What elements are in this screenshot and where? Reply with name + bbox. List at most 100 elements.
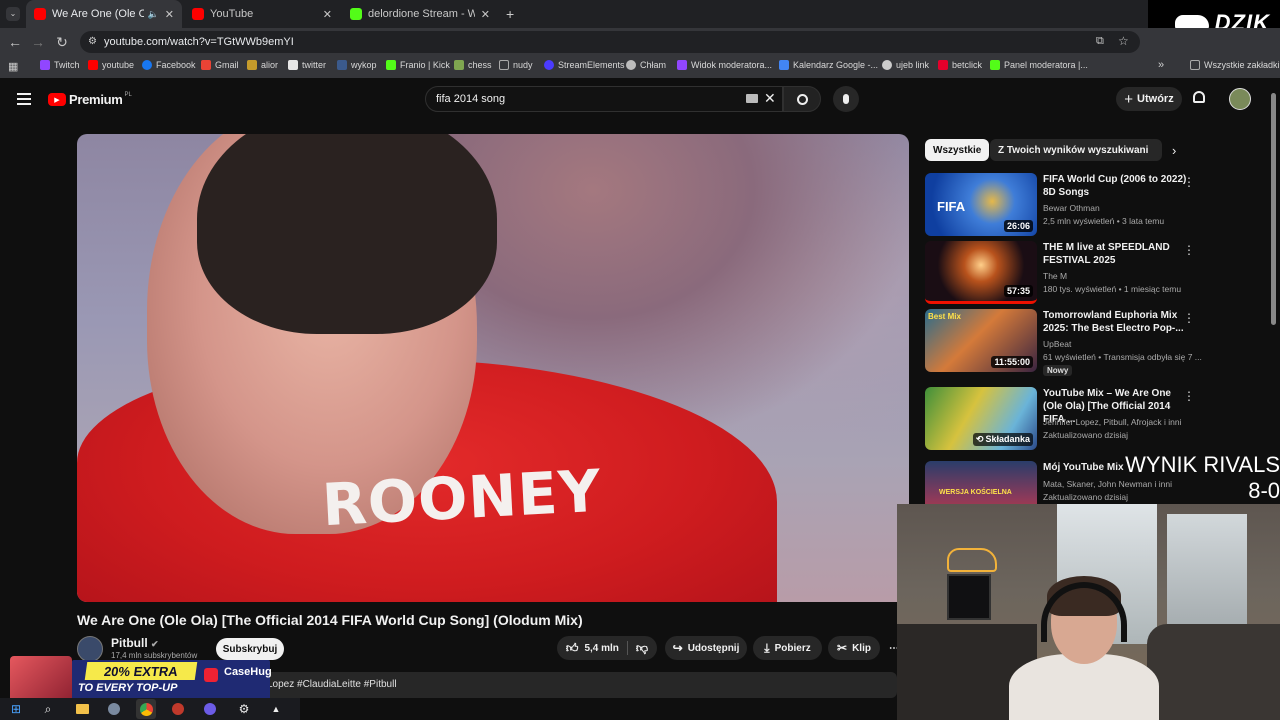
chevron-right-icon[interactable]: › bbox=[1172, 143, 1176, 158]
recommendation-title[interactable]: Tomorrowland Euphoria Mix 2025: The Best… bbox=[1043, 309, 1193, 335]
bookmark-chess[interactable]: chess bbox=[454, 60, 492, 70]
more-options-icon[interactable]: ⋮ bbox=[1183, 175, 1195, 189]
bookmark-gmail[interactable]: Gmail bbox=[201, 60, 239, 70]
thumbs-down-icon[interactable]: 👎︎ bbox=[636, 641, 648, 656]
like-count[interactable]: 5,4 mln bbox=[584, 643, 618, 654]
recommendation-item[interactable]: Best Mix 11:55:00 Tomorrowland Euphoria … bbox=[925, 309, 1255, 379]
youtube-premium-logo[interactable]: ▶ Premium PL bbox=[48, 92, 132, 107]
recommendation-item[interactable]: ⟲ Składanka YouTube Mix – We Are One (Ole… bbox=[925, 387, 1255, 451]
tab-title: YouTube bbox=[210, 8, 254, 20]
create-button[interactable]: + Utwórz bbox=[1116, 87, 1182, 111]
bookmark-alior[interactable]: alior bbox=[247, 60, 278, 70]
chip-partial[interactable] bbox=[1148, 139, 1160, 161]
video-thumbnail[interactable]: FIFA 26:06 bbox=[925, 173, 1037, 236]
search-input[interactable]: fifa 2014 song ✕ bbox=[425, 86, 783, 112]
speaker-icon[interactable]: 🔈 bbox=[148, 9, 159, 20]
tab-active[interactable]: We Are One (Ole Ola) [The 🔈 ✕ bbox=[26, 0, 182, 28]
tab-search-icon[interactable]: ⌄ bbox=[6, 7, 20, 21]
site-info-icon[interactable]: ⚙ bbox=[88, 36, 97, 47]
bookmark-ujeb-link[interactable]: ujeb link bbox=[882, 60, 929, 70]
keyboard-icon[interactable] bbox=[746, 94, 758, 103]
video-thumbnail[interactable]: WERSJA KOŚCIELNA bbox=[925, 461, 1037, 505]
app-icon[interactable] bbox=[200, 699, 220, 719]
recommendation-title[interactable]: FIFA World Cup (2006 to 2022) 8D Songs bbox=[1043, 173, 1193, 199]
bookmark-nudy[interactable]: nudy bbox=[499, 60, 533, 70]
chip-from-search[interactable]: Z Twoich wyników wyszukiwania bbox=[990, 139, 1162, 161]
recommendation-item[interactable]: FIFA 26:06 FIFA World Cup (2006 to 2022)… bbox=[925, 173, 1255, 237]
notifications-bell-icon[interactable] bbox=[1193, 91, 1207, 107]
close-tab-icon[interactable]: ✕ bbox=[323, 8, 332, 21]
recommendation-channel[interactable]: Bewar Othman bbox=[1043, 203, 1100, 213]
bookmark-chlam[interactable]: Chłam bbox=[626, 60, 666, 70]
address-bar[interactable]: ⚙ youtube.com/watch?v=TGtWWb9emYI ⧉ ☆ bbox=[80, 31, 1140, 53]
settings-gear-icon[interactable]: ⚙ bbox=[234, 699, 254, 719]
recommendation-meta: 61 wyświetleń • Transmisja odbyła się 7 … bbox=[1043, 352, 1202, 362]
video-player[interactable]: ROONEY bbox=[77, 134, 909, 602]
bookmark-label: Facebook bbox=[156, 60, 196, 70]
bookmark-twitter[interactable]: twitter bbox=[288, 60, 326, 70]
bookmark-streamelements[interactable]: StreamElements bbox=[544, 60, 625, 70]
recommendation-channel[interactable]: The M bbox=[1043, 271, 1067, 281]
account-avatar[interactable] bbox=[1229, 88, 1251, 110]
recommendation-channel[interactable]: Jennifer Lopez, Pitbull, Afrojack i inni bbox=[1043, 417, 1181, 427]
recommendation-meta: 180 tys. wyświetleń • 1 miesiąc temu bbox=[1043, 284, 1182, 294]
more-options-icon[interactable]: ⋮ bbox=[1183, 311, 1195, 325]
channel-name-text: Pitbull bbox=[111, 636, 148, 650]
share-button[interactable]: ↪ Udostępnij bbox=[665, 636, 747, 660]
tab-kick[interactable]: delordione Stream - Watch Live ✕ bbox=[342, 0, 498, 28]
bookmark-wykop[interactable]: wykop bbox=[337, 60, 377, 70]
more-bookmarks-icon[interactable]: » bbox=[1158, 59, 1164, 71]
video-thumbnail[interactable]: ⟲ Składanka bbox=[925, 387, 1037, 450]
page-scrollbar[interactable] bbox=[1271, 93, 1276, 325]
menu-icon[interactable] bbox=[17, 93, 31, 105]
bookmark-youtube[interactable]: youtube bbox=[88, 60, 134, 70]
file-explorer-icon[interactable] bbox=[72, 699, 92, 719]
clip-button[interactable]: ✂ Klip bbox=[828, 636, 880, 660]
reload-icon[interactable]: ↻ bbox=[54, 34, 70, 50]
recommendation-item[interactable]: 57:35 THE M live at SPEEDLAND FESTIVAL 2… bbox=[925, 241, 1255, 305]
scissors-icon: ✂ bbox=[837, 641, 848, 655]
plus-icon: + bbox=[1124, 90, 1134, 108]
download-button[interactable]: ⤓ Pobierz bbox=[753, 636, 822, 660]
bookmark-betclick[interactable]: betclick bbox=[938, 60, 982, 70]
more-options-icon[interactable]: ⋮ bbox=[1183, 389, 1195, 403]
forward-icon[interactable]: → bbox=[30, 34, 46, 50]
taskbar-search-icon[interactable]: ⌕ bbox=[38, 699, 58, 719]
app-icon[interactable] bbox=[104, 699, 124, 719]
bookmark-kick[interactable]: Franio | Kick bbox=[386, 60, 450, 70]
bookmark-moderator-view[interactable]: Widok moderatora... bbox=[677, 60, 772, 70]
promo-brand: CaseHug bbox=[224, 666, 272, 678]
bookmark-twitch[interactable]: Twitch bbox=[40, 60, 80, 70]
clear-search-icon[interactable]: ✕ bbox=[764, 90, 776, 107]
back-icon[interactable]: ← bbox=[7, 34, 23, 50]
close-tab-icon[interactable]: ✕ bbox=[165, 8, 174, 21]
recommendation-title[interactable]: THE M live at SPEEDLAND FESTIVAL 2025 bbox=[1043, 241, 1193, 267]
tab-youtube[interactable]: YouTube ✕ bbox=[184, 0, 340, 28]
all-bookmarks[interactable]: Wszystkie zakładki bbox=[1190, 60, 1280, 70]
bookmark-label: Chłam bbox=[640, 60, 667, 70]
bookmark-moderator-panel[interactable]: Panel moderatora |... bbox=[990, 60, 1088, 70]
bookmark-google-calendar[interactable]: Kalendarz Google -... bbox=[779, 60, 878, 70]
app-icon[interactable]: ▲ bbox=[266, 699, 286, 719]
install-icon[interactable]: ⧉ bbox=[1096, 35, 1104, 48]
video-thumbnail[interactable]: 57:35 bbox=[925, 241, 1037, 304]
close-tab-icon[interactable]: ✕ bbox=[481, 8, 490, 21]
thumbs-up-icon[interactable]: 👍︎ bbox=[566, 641, 579, 656]
x-icon bbox=[288, 60, 298, 70]
channel-name[interactable]: Pitbull ✔ bbox=[111, 636, 159, 650]
apps-grid-icon[interactable]: ▦ bbox=[8, 60, 18, 73]
new-tab-icon[interactable]: + bbox=[506, 6, 514, 22]
player-hair-art bbox=[197, 134, 497, 334]
bookmark-label: Kalendarz Google -... bbox=[793, 60, 879, 70]
windows-start-icon[interactable]: ⊞ bbox=[6, 699, 26, 719]
video-thumbnail[interactable]: Best Mix 11:55:00 bbox=[925, 309, 1037, 372]
bookmark-star-icon[interactable]: ☆ bbox=[1118, 34, 1129, 48]
app-icon[interactable] bbox=[168, 699, 188, 719]
search-button[interactable] bbox=[783, 86, 821, 112]
chrome-icon[interactable] bbox=[136, 699, 156, 719]
more-options-icon[interactable]: ⋮ bbox=[1183, 243, 1195, 257]
voice-search-button[interactable] bbox=[833, 86, 859, 112]
recommendation-channel[interactable]: UpBeat bbox=[1043, 339, 1071, 349]
bookmark-facebook[interactable]: Facebook bbox=[142, 60, 196, 70]
chip-all[interactable]: Wszystkie bbox=[925, 139, 990, 161]
